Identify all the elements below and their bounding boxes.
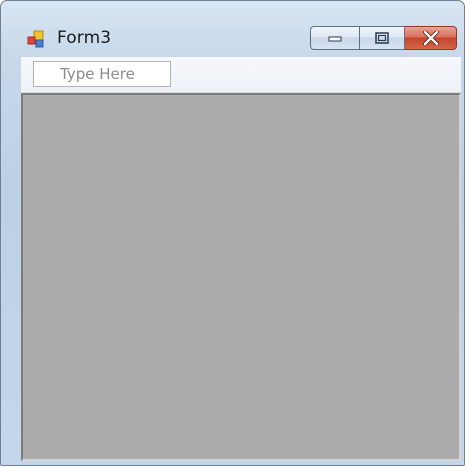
form-window: Form3 Type Here: [0, 0, 465, 466]
minimize-icon: [328, 36, 342, 42]
client-area[interactable]: [21, 93, 461, 461]
menu-strip: Type Here: [21, 57, 461, 93]
form-app-icon: [27, 30, 44, 48]
maximize-icon: [375, 32, 389, 44]
window-title: Form3: [57, 28, 112, 48]
menu-type-here-box[interactable]: Type Here: [33, 61, 171, 87]
maximize-button[interactable]: [359, 26, 405, 50]
close-icon: [422, 31, 439, 45]
title-bar[interactable]: Form3: [1, 1, 464, 57]
close-button[interactable]: [405, 26, 457, 50]
caption-buttons: [310, 26, 457, 50]
minimize-button[interactable]: [310, 26, 359, 50]
